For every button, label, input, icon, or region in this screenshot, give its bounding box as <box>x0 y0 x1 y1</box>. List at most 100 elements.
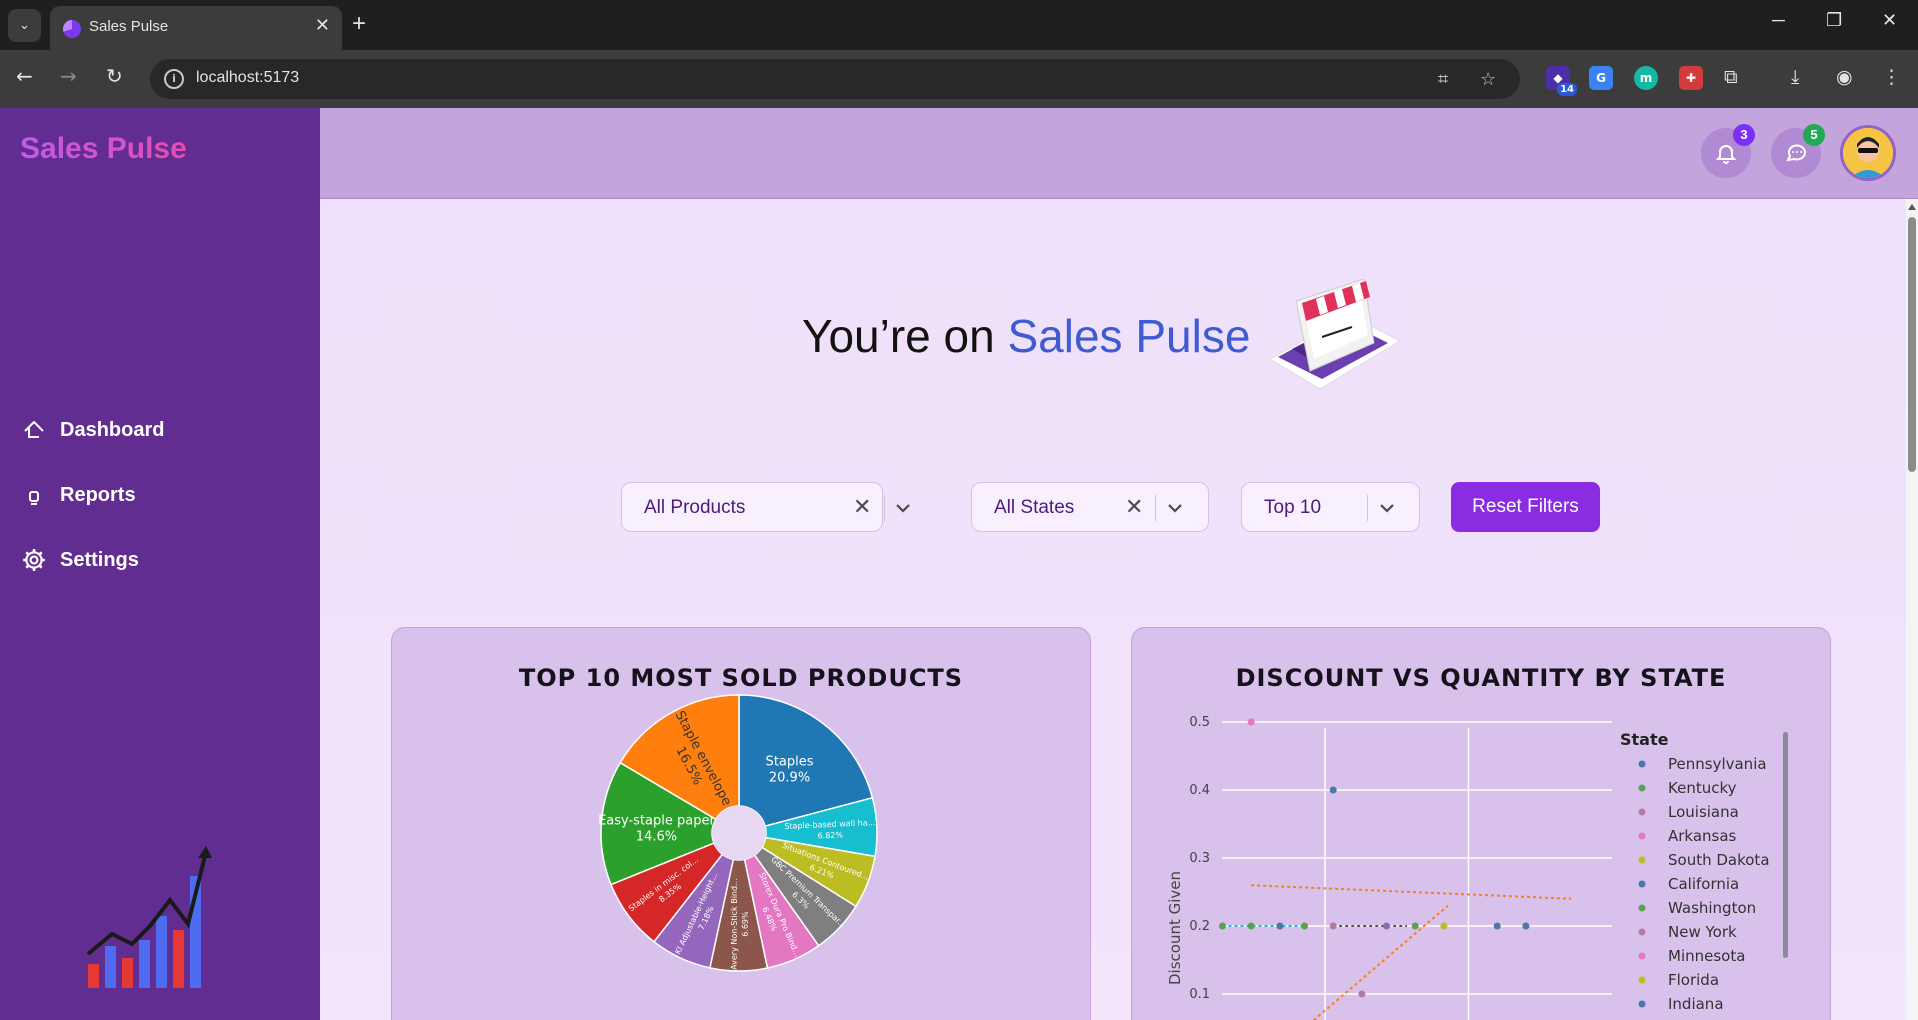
report-icon <box>20 481 48 509</box>
translate-extension-icon[interactable]: G <box>1589 66 1613 90</box>
legend-item[interactable]: Washington <box>1668 899 1756 917</box>
m-extension-icon[interactable]: m <box>1634 66 1658 90</box>
scatter-chart[interactable]: 0.5 0.4 0.3 0.2 0.1 Discount Given State Pennsy… <box>1132 628 1831 1020</box>
scatter-point[interactable] <box>1247 718 1255 726</box>
legend-marker <box>1638 976 1646 984</box>
tab-close-icon[interactable]: ✕ <box>315 15 330 36</box>
tab-title: Sales Pulse <box>89 18 169 35</box>
url-text[interactable]: localhost:5173 <box>196 69 299 87</box>
legend-item[interactable]: Florida <box>1668 971 1719 989</box>
scatter-point[interactable] <box>1440 922 1448 930</box>
new-tab-button[interactable]: + <box>352 10 366 38</box>
translate-icon[interactable]: ⌗ <box>1438 69 1448 90</box>
scatter-point[interactable] <box>1493 922 1501 930</box>
trend-line <box>1251 884 1572 900</box>
product-select[interactable]: All Products ✕ <box>621 482 910 532</box>
chevron-down-icon[interactable] <box>1167 500 1183 516</box>
y-tick-label: 0.3 <box>1189 851 1210 866</box>
pie-slice-label: Staples20.9% <box>766 754 814 785</box>
hero: You’re on Sales Pulse <box>320 279 1906 390</box>
minimize-icon[interactable]: ─ <box>1772 10 1785 31</box>
profile-icon[interactable]: ◉ <box>1836 66 1853 88</box>
y-tick-label: 0.1 <box>1189 987 1210 1002</box>
scatter-point[interactable] <box>1522 922 1530 930</box>
extension-icon[interactable]: ◆ 14 <box>1546 66 1577 96</box>
chat-icon <box>1786 144 1806 162</box>
y-tick-label: 0.5 <box>1189 715 1210 730</box>
top-bar: 3 5 <box>320 108 1918 199</box>
browser-tab-bar: ⌄ Sales Pulse ✕ + ─ ❐ ✕ <box>0 0 1918 50</box>
extensions-puzzle-icon[interactable]: ⧉ <box>1724 66 1738 88</box>
notifications-button[interactable]: 3 <box>1701 124 1755 178</box>
scatter-point[interactable] <box>1329 922 1337 930</box>
sidebar-item-settings[interactable]: Settings <box>20 542 139 578</box>
scatter-point[interactable] <box>1411 922 1419 930</box>
chevron-down-icon[interactable] <box>895 500 911 516</box>
address-bar[interactable]: i localhost:5173 ⌗ ☆ <box>150 59 1520 99</box>
divider <box>1367 495 1368 521</box>
sidebar-item-reports[interactable]: Reports <box>20 477 136 513</box>
pie-chart[interactable]: Staples20.9%Staple-based wall ha...6.82%… <box>392 628 1091 1020</box>
scatter-point[interactable] <box>1383 922 1390 930</box>
legend-item[interactable]: Louisiana <box>1668 803 1739 821</box>
legend-item[interactable]: Indiana <box>1668 995 1724 1013</box>
legend-marker <box>1638 880 1646 888</box>
clear-state-icon[interactable]: ✕ <box>1125 494 1143 520</box>
red-extension-icon[interactable]: ✚ <box>1679 66 1703 90</box>
window-close-icon[interactable]: ✕ <box>1882 10 1897 31</box>
clear-product-icon[interactable]: ✕ <box>853 494 871 520</box>
legend-item[interactable]: California <box>1668 875 1739 893</box>
scrollbar-thumb[interactable] <box>1908 217 1916 472</box>
legend-item[interactable]: South Dakota <box>1668 851 1770 869</box>
brand-logo[interactable]: Sales Pulse <box>20 132 187 166</box>
scatter-point[interactable] <box>1247 922 1255 930</box>
download-icon[interactable]: ⤓ <box>1791 66 1799 88</box>
state-select-value: All States <box>994 497 1075 518</box>
site-info-icon[interactable]: i <box>164 69 184 89</box>
bell-icon <box>1715 145 1737 164</box>
avatar[interactable] <box>1840 125 1896 181</box>
top-products-card: TOP 10 MOST SOLD PRODUCTS Staples 20.9% St… <box>391 627 1091 1020</box>
bookmark-star-icon[interactable]: ☆ <box>1480 69 1496 90</box>
tab-search-icon[interactable]: ⌄ <box>8 9 41 42</box>
legend-marker <box>1638 952 1646 960</box>
legend-item[interactable]: Pennsylvania <box>1668 755 1767 773</box>
browser-tab[interactable]: Sales Pulse ✕ <box>50 6 342 50</box>
slice-percent-text: 6.82% <box>817 830 843 840</box>
scatter-point[interactable] <box>1329 786 1337 794</box>
scatter-point[interactable] <box>1301 922 1308 930</box>
legend-marker <box>1638 760 1646 768</box>
menu-icon[interactable]: ⋮ <box>1882 66 1901 88</box>
messages-button[interactable]: 5 <box>1771 124 1825 178</box>
hero-prefix: You’re on <box>802 310 1008 362</box>
top-n-select[interactable]: Top 10 <box>1241 482 1420 532</box>
user-avatar-icon <box>1843 128 1893 178</box>
sidebar-item-label: Settings <box>60 548 139 571</box>
scatter-point[interactable] <box>1358 990 1366 998</box>
legend-marker <box>1638 832 1646 840</box>
scroll-up-arrow[interactable] <box>1908 204 1916 210</box>
sidebar-item-dashboard[interactable]: Dashboard <box>20 412 164 448</box>
reset-filters-button[interactable]: Reset Filters <box>1451 482 1600 532</box>
back-icon[interactable]: ← <box>16 64 33 88</box>
scatter-point[interactable] <box>1219 922 1226 930</box>
legend-item[interactable]: Minnesota <box>1668 947 1745 965</box>
page-scrollbar[interactable] <box>1906 199 1918 1020</box>
laptop-store-illustration <box>1268 279 1402 390</box>
restore-icon[interactable]: ❐ <box>1826 10 1842 31</box>
scatter-point[interactable] <box>1276 922 1284 930</box>
legend-item[interactable]: Arkansas <box>1668 827 1737 845</box>
legend-marker <box>1638 856 1646 864</box>
reload-icon[interactable]: ↻ <box>106 64 123 88</box>
forward-icon[interactable]: → <box>60 64 77 88</box>
chevron-down-icon[interactable] <box>1379 500 1395 516</box>
legend-item[interactable]: New York <box>1668 923 1737 941</box>
legend-scrollbar[interactable] <box>1783 732 1788 958</box>
sidebar-item-label: Dashboard <box>60 418 165 441</box>
y-axis-label: Discount Given <box>1166 871 1184 985</box>
trend-line <box>1312 904 1449 1020</box>
legend-item[interactable]: Kentucky <box>1668 779 1737 797</box>
growth-chart-illustration <box>86 846 212 988</box>
state-select[interactable]: All States ✕ <box>971 482 1209 532</box>
hero-heading: You’re on Sales Pulse <box>802 309 1250 363</box>
